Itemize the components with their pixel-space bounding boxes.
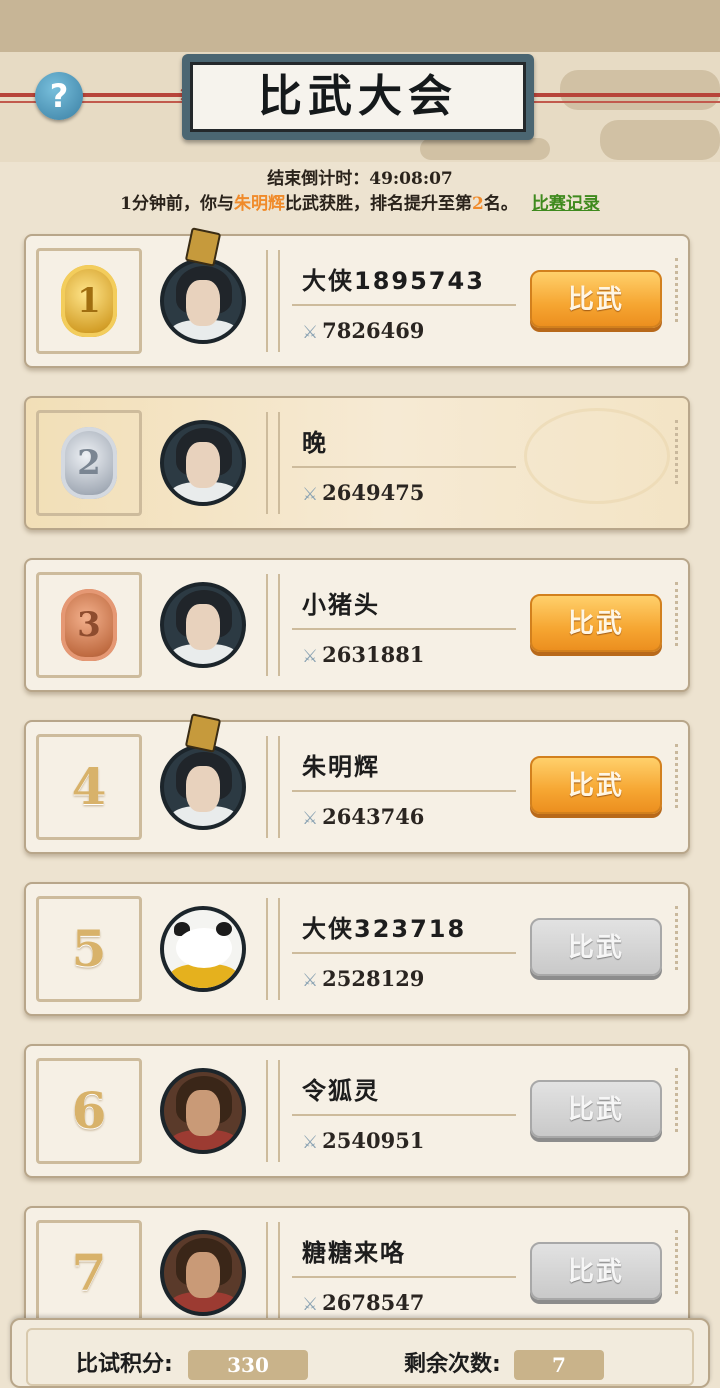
rank-card: 2 晚 ⚔ 2649475 — [24, 396, 690, 530]
notice-prefix: 1分钟前，你与 — [120, 194, 234, 214]
combat-power-value: 7826469 — [322, 318, 425, 343]
score-label: 比试积分: — [76, 1352, 173, 1377]
combat-power: ⚔ 2528129 — [302, 964, 424, 996]
player-avatar[interactable] — [160, 1068, 246, 1154]
challenge-button[interactable]: 比武 — [530, 1080, 662, 1138]
battle-notice: 1分钟前，你与朱明辉比武获胜，排名提升至第2名。 比赛记录 — [0, 189, 720, 214]
remaining-value: 7 — [514, 1350, 604, 1380]
combat-power: ⚔ 2631881 — [302, 640, 424, 672]
notice-middle: 比武获胜，排名提升至第 — [285, 194, 472, 214]
combat-power-value: 2649475 — [322, 480, 425, 505]
page-title: 比武大会 — [190, 62, 526, 132]
card-divider — [266, 250, 280, 352]
player-name: 令狐灵 — [302, 1077, 380, 1105]
challenge-button[interactable]: 比武 — [530, 918, 662, 976]
notice-suffix: 名。 — [483, 194, 518, 214]
player-avatar[interactable] — [160, 420, 246, 506]
silver-medal-icon: 2 — [61, 427, 117, 499]
combat-power-value: 2540951 — [322, 1128, 425, 1153]
rank-box: 6 — [36, 1058, 142, 1164]
bronze-medal-icon: 3 — [61, 589, 117, 661]
player-avatar[interactable] — [160, 258, 246, 344]
combat-power: ⚔ 7826469 — [302, 316, 424, 348]
combat-power-value: 2643746 — [322, 804, 425, 829]
rank-box: 2 — [36, 410, 142, 516]
combat-power: ⚔ 2540951 — [302, 1126, 424, 1158]
player-avatar[interactable] — [160, 582, 246, 668]
cloud-pattern-decoration — [524, 408, 670, 504]
gold-medal-icon: 1 — [61, 265, 117, 337]
challenge-button[interactable]: 比武 — [530, 1242, 662, 1300]
notice-opponent: 朱明辉 — [234, 194, 285, 214]
name-underline — [292, 466, 516, 468]
name-underline — [292, 628, 516, 630]
rank-card: 3 小猪头 ⚔ 2631881 比武 — [24, 558, 690, 692]
cloud-decoration — [600, 120, 720, 160]
title-plaque: 比武大会 — [182, 54, 534, 140]
rank-number: 5 — [71, 919, 107, 978]
player-name: 大侠1895743 — [302, 267, 485, 295]
combat-power: ⚔ 2678547 — [302, 1288, 424, 1320]
score-value: 330 — [188, 1350, 308, 1380]
combat-power-value: 2678547 — [322, 1290, 425, 1315]
player-avatar[interactable] — [160, 906, 246, 992]
crossed-swords-icon: ⚔ — [302, 1294, 319, 1315]
name-underline — [292, 952, 516, 954]
rank-box: 4 — [36, 734, 142, 840]
rank-box: 3 — [36, 572, 142, 678]
rank-card: 4 朱明辉 ⚔ 2643746 比武 — [24, 713, 690, 854]
name-underline — [292, 1276, 516, 1278]
crossed-swords-icon: ⚔ — [302, 808, 319, 829]
card-divider — [266, 412, 280, 514]
player-name: 晚 — [302, 429, 328, 457]
notice-rank: 2 — [472, 194, 484, 214]
card-divider — [266, 898, 280, 1000]
rank-box: 7 — [36, 1220, 142, 1326]
combat-power: ⚔ 2649475 — [302, 478, 424, 510]
match-record-link[interactable]: 比赛记录 — [532, 194, 600, 214]
crossed-swords-icon: ⚔ — [302, 646, 319, 667]
challenge-button[interactable]: 比武 — [530, 756, 662, 814]
card-divider — [266, 1060, 280, 1162]
crossed-swords-icon: ⚔ — [302, 1132, 319, 1153]
card-divider — [266, 1222, 280, 1324]
countdown-timer: 结束倒计时：49:08:07 — [267, 169, 453, 189]
rank-card: 6 令狐灵 ⚔ 2540951 比武 — [24, 1044, 690, 1178]
rank-box: 5 — [36, 896, 142, 1002]
player-name: 大侠323718 — [302, 915, 467, 943]
player-avatar[interactable] — [160, 1230, 246, 1316]
header-top-band — [0, 0, 720, 52]
crossed-swords-icon: ⚔ — [302, 322, 319, 343]
name-underline — [292, 304, 516, 306]
cloud-decoration — [560, 70, 720, 110]
cloud-decoration — [420, 138, 550, 160]
rank-box: 1 — [36, 248, 142, 354]
footer-panel: 比试积分: 330 剩余次数: 7 — [10, 1318, 710, 1388]
player-avatar[interactable] — [160, 744, 246, 830]
combat-power-value: 2631881 — [322, 642, 425, 667]
rank-number: 6 — [71, 1081, 107, 1140]
player-name: 朱明辉 — [302, 753, 380, 781]
rank-number: 4 — [71, 757, 107, 816]
name-underline — [292, 1114, 516, 1116]
combat-power-value: 2528129 — [322, 966, 425, 991]
rank-card: 5 大侠323718 ⚔ 2528129 比武 — [24, 882, 690, 1016]
player-name: 糖糖来咯 — [302, 1239, 406, 1267]
help-button[interactable]: ? — [35, 72, 83, 120]
rank-card: 1 大侠1895743 ⚔ 7826469 比武 — [24, 227, 690, 368]
card-divider — [266, 736, 280, 838]
remaining-label: 剩余次数: — [404, 1352, 501, 1377]
name-underline — [292, 790, 516, 792]
crossed-swords-icon: ⚔ — [302, 970, 319, 991]
challenge-button[interactable]: 比武 — [530, 270, 662, 328]
rank-number: 7 — [71, 1243, 107, 1302]
crossed-swords-icon: ⚔ — [302, 484, 319, 505]
card-divider — [266, 574, 280, 676]
challenge-button[interactable]: 比武 — [530, 594, 662, 652]
player-name: 小猪头 — [302, 591, 380, 619]
combat-power: ⚔ 2643746 — [302, 802, 424, 834]
